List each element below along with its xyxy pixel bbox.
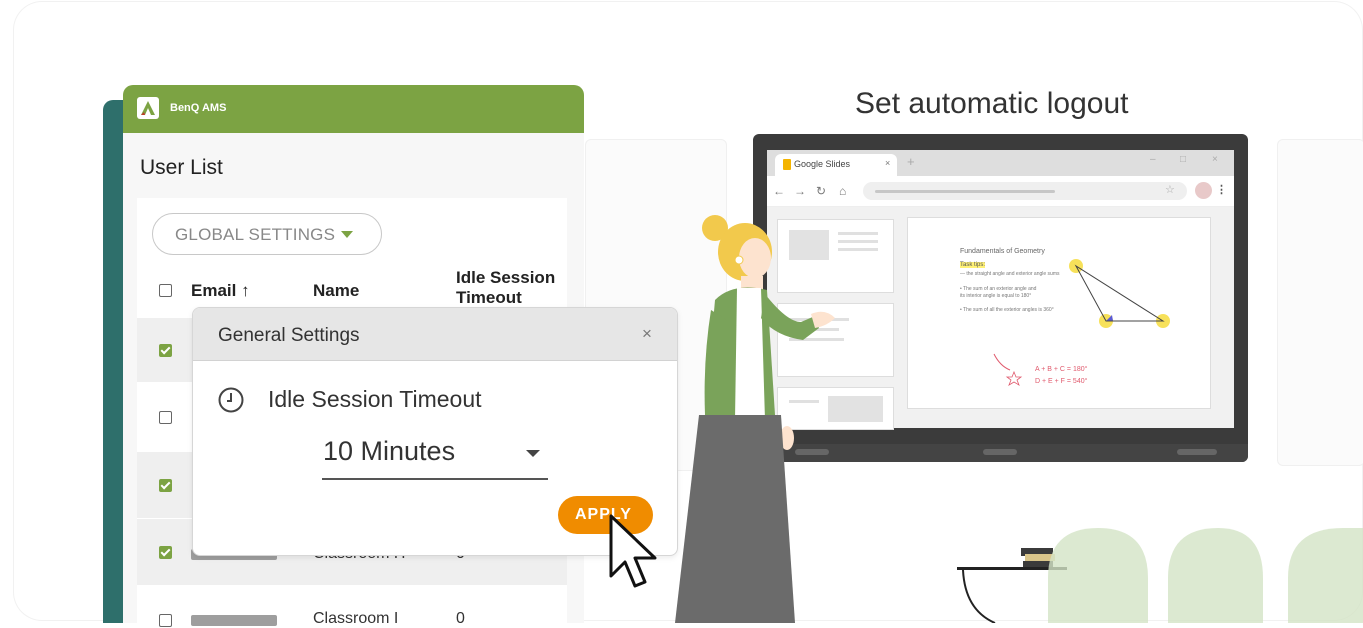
slide-equation: A + B + C = 180° [1035, 366, 1088, 373]
slide-text: • The sum of all the exterior angles is … [960, 307, 1054, 313]
caret-down-icon [341, 231, 353, 238]
slide-highlight: Task tips: [960, 262, 986, 268]
global-settings-label: GLOBAL SETTINGS [175, 225, 336, 244]
dialog-title: General Settings [218, 325, 360, 346]
idle-session-timeout-label: Idle Session Timeout [268, 386, 482, 412]
select-underline [322, 478, 548, 480]
mouse-pointer-icon [609, 514, 657, 588]
address-bar[interactable] [863, 182, 1187, 200]
window-close-icon[interactable]: × [1212, 154, 1218, 165]
background-panel [1277, 139, 1363, 466]
close-icon[interactable]: × [642, 324, 652, 344]
decorative-arches [1048, 528, 1363, 623]
timeout-select[interactable]: 10 Minutes [323, 436, 455, 467]
triangle-diagram [1069, 259, 1170, 328]
bookmark-star-icon[interactable]: ☆ [1165, 183, 1175, 196]
reload-icon[interactable]: ↻ [816, 184, 826, 198]
slide-text: • The sum of an exterior angle and [960, 286, 1037, 292]
slide-text: — the straight angle and exterior angle … [960, 271, 1060, 277]
row-checkbox[interactable] [159, 614, 172, 627]
current-slide[interactable]: Fundamentals of Geometry Task tips: — th… [907, 217, 1211, 409]
slide-text: its interior angle is equal to 180° [960, 293, 1032, 299]
google-slides-icon [783, 159, 791, 170]
slide-equation: D + E + F = 540° [1035, 378, 1088, 385]
pen-annotation [993, 353, 1023, 386]
new-tab-icon[interactable]: + [907, 154, 915, 169]
column-header-idle-timeout[interactable]: Idle Session Timeout [456, 268, 566, 308]
select-all-checkbox[interactable] [159, 284, 172, 297]
app-name: BenQ AMS [170, 102, 227, 114]
row-checkbox[interactable] [159, 344, 172, 357]
column-header-name[interactable]: Name [313, 281, 359, 301]
row-checkbox[interactable] [159, 411, 172, 424]
profile-avatar[interactable] [1195, 182, 1212, 199]
teacher-illustration [675, 215, 835, 623]
home-icon[interactable]: ⌂ [839, 184, 846, 198]
forward-icon[interactable]: → [794, 184, 806, 198]
tab-close-icon[interactable]: × [885, 158, 890, 168]
row-checkbox[interactable] [159, 479, 172, 492]
tab-bar: Google Slides × + – □ × [767, 150, 1234, 176]
dialog-header: General Settings × [193, 308, 677, 361]
maximize-icon[interactable]: □ [1180, 154, 1186, 165]
menu-kebab-icon[interactable]: ⋮ [1216, 183, 1227, 196]
row-checkbox[interactable] [159, 546, 172, 559]
tab-google-slides[interactable]: Google Slides × [775, 154, 897, 176]
email-placeholder [191, 615, 277, 626]
clock-icon [218, 387, 244, 413]
global-settings-button[interactable]: GLOBAL SETTINGS [152, 213, 382, 255]
benq-ams-logo-icon [137, 97, 159, 119]
ams-header: BenQ AMS [123, 85, 584, 133]
browser-toolbar: ← → ↻ ⌂ ☆ ⋮ [767, 176, 1234, 207]
minimize-icon[interactable]: – [1150, 154, 1156, 165]
slide-title: Fundamentals of Geometry [960, 248, 1045, 255]
address-text-placeholder [875, 190, 1055, 193]
tab-label: Google Slides [794, 159, 851, 169]
headline: Set automatic logout [855, 87, 1129, 120]
row-name: Classroom I [313, 610, 399, 627]
page-title: User List [140, 156, 223, 179]
caret-down-icon[interactable] [526, 450, 540, 457]
row-timeout: 0 [456, 610, 465, 627]
back-icon[interactable]: ← [773, 184, 785, 198]
column-header-email[interactable]: Email ↑ [191, 281, 250, 301]
